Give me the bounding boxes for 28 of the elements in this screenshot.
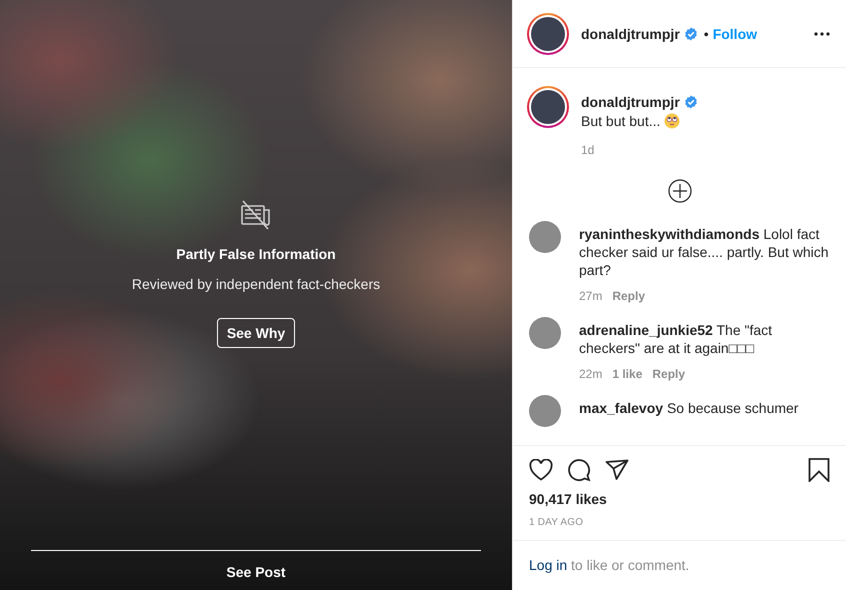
username[interactable]: donaldjtrumpjr bbox=[581, 26, 680, 42]
comment-time: 27m bbox=[579, 289, 602, 303]
post-time: 1d bbox=[581, 143, 596, 157]
caption-text: But but but... bbox=[581, 113, 660, 129]
separator-dot: • bbox=[704, 26, 709, 42]
warning-title: Partly False Information bbox=[176, 246, 336, 262]
comment-text: ryanintheskywithdiamonds Lolol fact checker said ur false.... partly. But which part? bbox=[579, 225, 830, 279]
likes-count[interactable]: 90,417 likes bbox=[529, 491, 830, 507]
username[interactable]: donaldjtrumpjr bbox=[581, 94, 680, 110]
crossed-newspaper-icon bbox=[240, 200, 272, 230]
bookmark-icon[interactable] bbox=[808, 458, 830, 482]
post-date: 1 DAY AGO bbox=[529, 517, 584, 528]
rolling-eyes-emoji-icon bbox=[664, 113, 680, 129]
log-in-link[interactable]: Log in bbox=[529, 557, 568, 573]
warning-subtitle: Reviewed by independent fact-checkers bbox=[132, 276, 380, 292]
more-options-icon[interactable] bbox=[814, 32, 830, 36]
paper-plane-icon[interactable] bbox=[605, 459, 629, 481]
avatar[interactable] bbox=[527, 86, 569, 128]
heart-icon[interactable] bbox=[529, 459, 553, 481]
avatar[interactable] bbox=[527, 12, 569, 54]
see-post-link[interactable]: See Post bbox=[226, 564, 286, 580]
load-more-comments-icon[interactable] bbox=[668, 179, 692, 203]
comment-text: adrenaline_junkie52 The "fact checkers" are at it again□□□ bbox=[579, 321, 774, 357]
comment-time: 22m bbox=[579, 367, 602, 381]
comment-text: max_falevoy So because schumer bbox=[579, 399, 798, 417]
login-prompt: Log in to like or comment. bbox=[529, 557, 690, 573]
comment-icon[interactable] bbox=[567, 458, 591, 482]
see-why-button[interactable]: See Why bbox=[216, 318, 296, 348]
